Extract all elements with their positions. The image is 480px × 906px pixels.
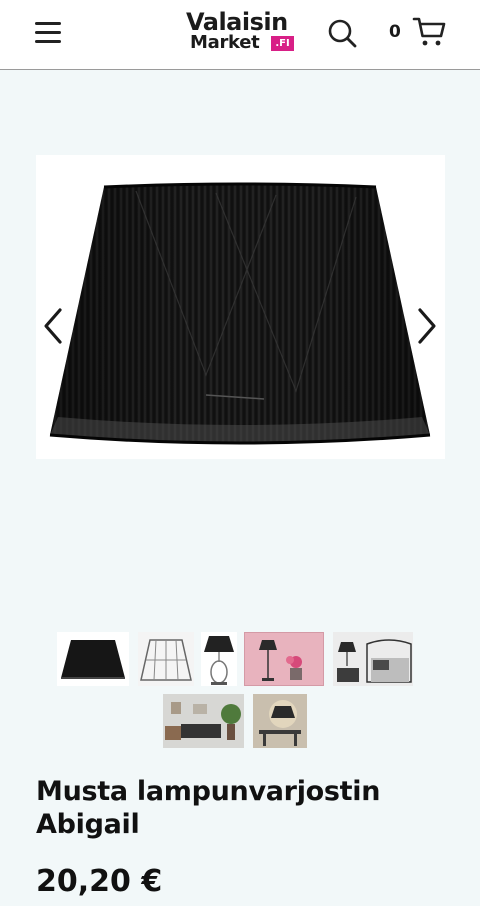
thumbnail-image[interactable] xyxy=(57,632,129,686)
site-header: Valaisin Market .FI 0 xyxy=(0,0,480,70)
cart-count-badge[interactable]: 0 xyxy=(389,22,401,42)
product-title: Musta lampunvarjostin Abigail xyxy=(36,776,381,840)
thumbnail-image[interactable] xyxy=(253,694,307,748)
thumbnail-image[interactable] xyxy=(243,631,325,687)
logo-text-line2: Market xyxy=(190,32,260,53)
hamburger-menu-icon[interactable] xyxy=(33,18,63,46)
thumbnail-image[interactable] xyxy=(201,632,237,686)
logo-fi-badge: .FI xyxy=(271,36,294,51)
shopping-cart-icon[interactable] xyxy=(411,13,447,49)
chevron-right-icon[interactable] xyxy=(412,304,442,348)
thumbnail-image[interactable] xyxy=(138,632,194,686)
thumbnail-image[interactable] xyxy=(333,632,413,686)
product-main-image[interactable] xyxy=(36,155,445,459)
thumbnail-image[interactable] xyxy=(163,694,244,748)
product-price: 20,20 € xyxy=(36,864,163,899)
chevron-left-icon[interactable] xyxy=(38,304,68,348)
site-logo[interactable]: Valaisin Market .FI xyxy=(186,9,298,55)
search-icon[interactable] xyxy=(326,17,358,49)
